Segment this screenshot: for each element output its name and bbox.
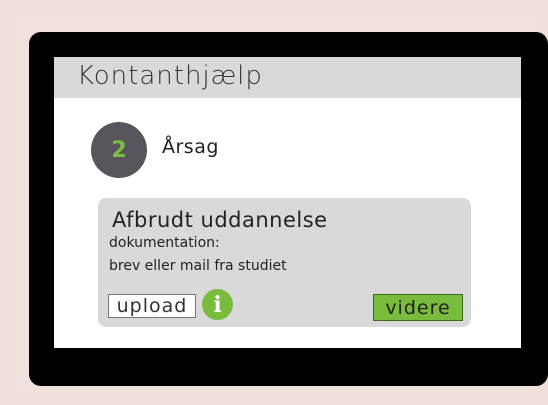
- reason-card: Afbrudt uddannelse dokumentation: brev e…: [98, 198, 471, 327]
- documentation-description: brev eller mail fra studiet: [109, 258, 287, 274]
- app-title: Kontanthjælp: [77, 61, 263, 91]
- info-icon[interactable]: i: [202, 289, 233, 320]
- documentation-label: dokumentation:: [109, 235, 220, 251]
- title-bar: Kontanthjælp: [54, 57, 521, 98]
- step-number-badge: 2: [91, 122, 147, 178]
- app-screen: Kontanthjælp 2 Årsag Afbrudt uddannelse …: [54, 57, 521, 348]
- info-icon-glyph: i: [213, 291, 222, 318]
- reason-title: Afbrudt uddannelse: [112, 208, 328, 232]
- step-label: Årsag: [162, 136, 219, 158]
- upload-button[interactable]: upload: [108, 294, 196, 318]
- step-number: 2: [111, 138, 127, 163]
- next-button[interactable]: videre: [373, 294, 463, 321]
